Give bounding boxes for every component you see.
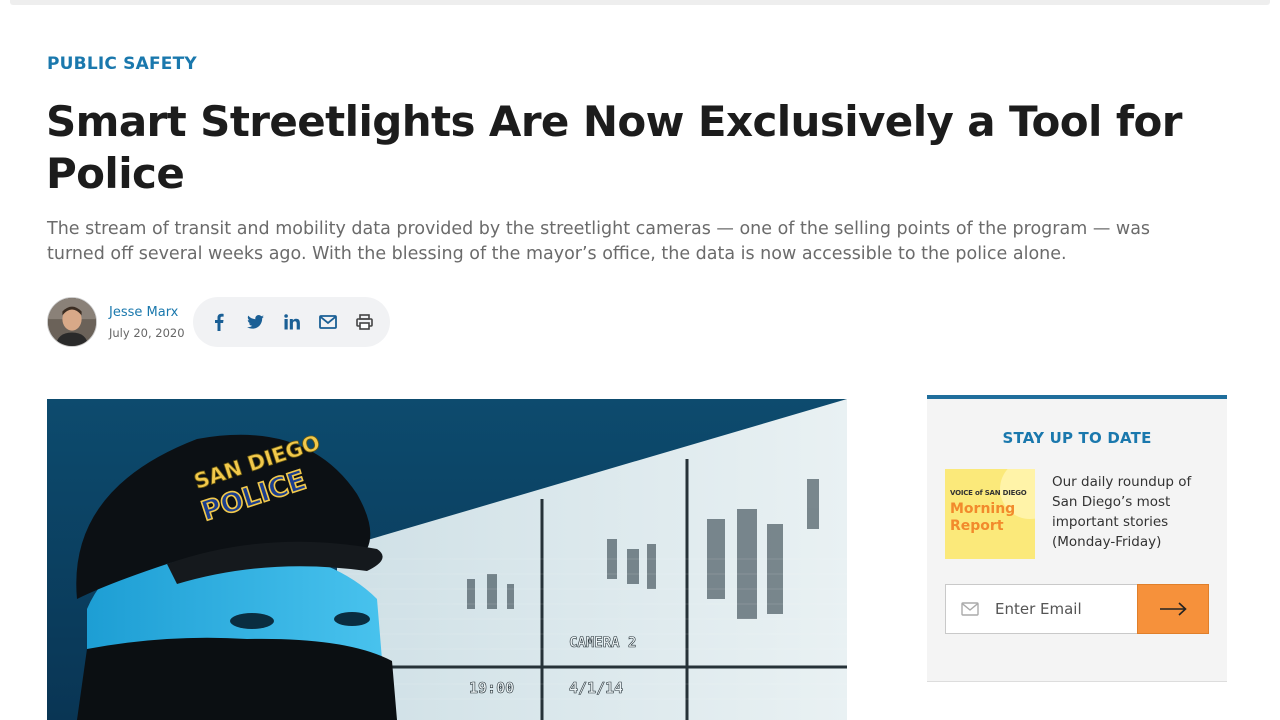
byline: Jesse Marx July 20, 2020 <box>47 297 185 347</box>
newsletter-signup: STAY UP TO DATE VOICE of SAN DIEGO Morni… <box>927 395 1227 682</box>
publish-date: July 20, 2020 <box>109 325 185 340</box>
top-bar <box>10 0 1270 5</box>
email-input[interactable] <box>995 600 1125 618</box>
hero-image: CAMERA 2 19:00 4/1/14 SAN DIEGO POLICE <box>47 399 847 720</box>
twitter-icon[interactable] <box>244 311 265 333</box>
article-dek: The stream of transit and mobility data … <box>47 219 1151 264</box>
linkedin-icon[interactable] <box>281 311 302 333</box>
logo-title: Morning Report <box>950 501 1016 534</box>
date-label: 4/1/14 <box>569 679 623 697</box>
newsletter-description: Our daily roundup of San Diego’s most im… <box>1052 474 1192 550</box>
logo-brand: VOICE of SAN DIEGO <box>950 489 1027 497</box>
submit-button[interactable] <box>1137 584 1209 634</box>
time-label: 19:00 <box>469 679 514 697</box>
email-form <box>945 584 1209 634</box>
author-avatar[interactable] <box>47 297 97 347</box>
facebook-icon[interactable] <box>208 311 229 333</box>
mail-input-icon <box>961 602 979 616</box>
author-meta: Jesse Marx July 20, 2020 <box>109 304 185 341</box>
morning-report-logo: VOICE of SAN DIEGO Morning Report <box>945 469 1035 559</box>
email-field-wrapper <box>945 584 1137 634</box>
signup-heading: STAY UP TO DATE <box>1002 429 1152 447</box>
print-icon[interactable] <box>354 311 375 333</box>
arrow-right-icon <box>1160 602 1187 616</box>
article-title: Smart Streetlights Are Now Exclusively a… <box>46 97 1183 198</box>
camera-label: CAMERA 2 <box>569 635 636 651</box>
share-bar <box>193 297 390 347</box>
mail-icon[interactable] <box>317 311 338 333</box>
author-name-link[interactable]: Jesse Marx <box>109 304 185 322</box>
category-link[interactable]: PUBLIC SAFETY <box>47 54 197 74</box>
